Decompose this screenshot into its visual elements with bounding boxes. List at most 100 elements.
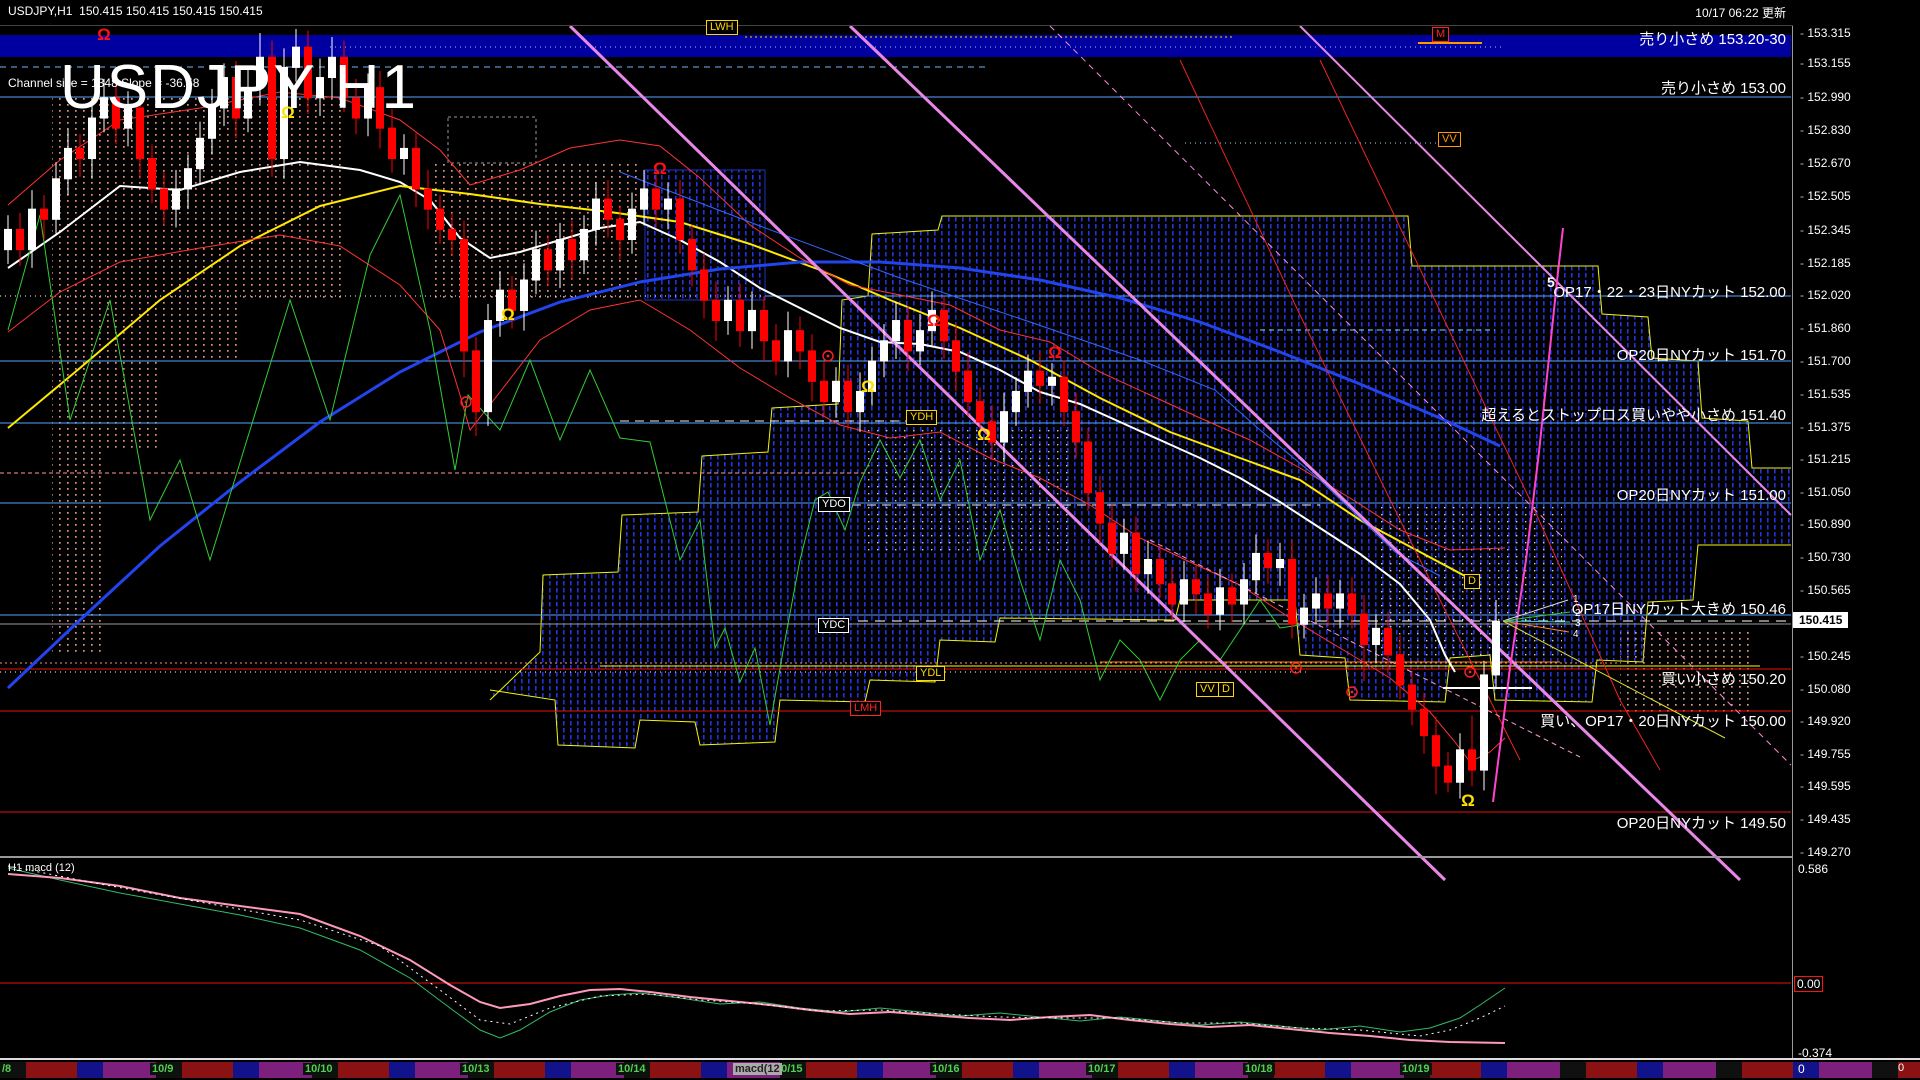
omega-signal-icon: Ω: [97, 25, 111, 44]
candle-body: [413, 148, 420, 189]
price-tick-label: 149.595: [1800, 779, 1851, 793]
candle-body: [653, 189, 660, 209]
price-tick-label: 152.020: [1800, 288, 1851, 302]
dashed-annotation-box: [448, 117, 536, 163]
candle-body: [785, 331, 792, 361]
candle-body: [1121, 533, 1128, 553]
price-tick-label: 150.565: [1800, 583, 1851, 597]
price-tick-label: 153.315: [1800, 26, 1851, 40]
candle-body: [1145, 559, 1152, 573]
candle-body: [485, 321, 492, 412]
candle-body: [173, 189, 180, 209]
macd-panel-divider[interactable]: [0, 856, 1793, 858]
candle-body: [1157, 559, 1164, 583]
date-axis-label: 10/18: [1243, 1063, 1275, 1075]
jp-annotation-label: OP17・22・23日NYカット 152.00: [1553, 281, 1786, 302]
candle-body: [425, 189, 432, 209]
candle-body: [701, 270, 708, 300]
candle-body: [1229, 588, 1236, 604]
candle-body: [1421, 709, 1428, 735]
macd-scale-label: 0.00: [1794, 976, 1823, 992]
omega-signal-icon: Ω: [927, 311, 941, 330]
candle-body: [593, 199, 600, 229]
chart-label-box: VV: [1438, 132, 1461, 147]
forecast-number-label: 3: [1575, 618, 1581, 629]
header-divider: [0, 25, 1793, 26]
candle-body: [1205, 594, 1212, 614]
jp-annotation-label: OP20日NYカット 149.50: [1617, 812, 1786, 833]
jp-annotation-label: 買い小さめ 150.20: [1661, 668, 1786, 689]
price-tick-label: 151.375: [1800, 420, 1851, 434]
jp-annotation-label: 売り小さめ 153.00: [1661, 77, 1786, 98]
candle-body: [1385, 628, 1392, 654]
candle-body: [893, 321, 900, 341]
candle-body: [953, 341, 960, 371]
price-tick-label: 152.505: [1800, 189, 1851, 203]
chart-label-box: YDC: [818, 618, 849, 633]
candle-body: [677, 199, 684, 240]
chart-label-box: YDL: [916, 666, 945, 681]
candle-body: [1361, 614, 1368, 644]
trading-chart-window: USDJPY,H1 150.415 150.415 150.415 150.41…: [0, 0, 1920, 1080]
macd-signal-pink: [8, 874, 1505, 1043]
jp-annotation-label: 買い、OP17・20日NYカット 150.00: [1540, 710, 1786, 731]
price-tick-label: 152.345: [1800, 223, 1851, 237]
chart-label-box: M: [1432, 27, 1449, 42]
candle-body: [941, 310, 948, 340]
candle-body: [713, 300, 720, 320]
candle-body: [1469, 750, 1476, 770]
price-tick-label: 151.700: [1800, 354, 1851, 368]
candle-body: [881, 341, 888, 361]
chart-label-box: LMH: [850, 701, 881, 716]
date-axis-label: /8: [0, 1063, 13, 1075]
candle-body: [917, 331, 924, 351]
candle-body: [1013, 391, 1020, 411]
candle-body: [689, 240, 696, 270]
omega-signal-icon: Ω: [501, 305, 515, 324]
candle-body: [1397, 655, 1404, 685]
omega-signal-icon: Ω: [1461, 791, 1475, 810]
candle-body: [473, 351, 480, 412]
chart-canvas[interactable]: ΩΩΩΩΩΩΩΩΩ51234: [0, 0, 1920, 1080]
candle-body: [1217, 588, 1224, 614]
date-axis-label: 10/10: [303, 1063, 335, 1075]
candle-body: [1169, 584, 1176, 604]
candle-body: [809, 351, 816, 381]
candle-body: [833, 381, 840, 401]
candle-body: [761, 310, 768, 340]
timeline-zero-label: 0: [1898, 1062, 1904, 1074]
candle-body: [617, 219, 624, 239]
candle-body: [5, 229, 12, 249]
omega-signal-icon: Ω: [1048, 343, 1062, 362]
candle-body: [389, 128, 396, 158]
candle-body: [1001, 412, 1008, 442]
price-tick-label: 149.435: [1800, 812, 1851, 826]
htf-cloud-fill: [52, 95, 345, 655]
candle-body: [1241, 580, 1248, 604]
candle-body: [1037, 371, 1044, 385]
circle-signal-dot: [1469, 671, 1472, 674]
jp-annotation-label: 売り小さめ 153.20-30: [1639, 28, 1786, 49]
candle-body: [569, 240, 576, 260]
candle-body: [1061, 377, 1068, 411]
candle-body: [461, 240, 468, 351]
price-tick-label: 149.920: [1800, 714, 1851, 728]
candle-body: [89, 118, 96, 159]
candle-body: [17, 229, 24, 249]
annotation-rects: [448, 117, 536, 163]
candle-body: [1277, 559, 1284, 567]
candle-body: [41, 209, 48, 219]
candle-body: [1253, 553, 1260, 579]
macd-overlap-badge: macd(12: [733, 1063, 782, 1075]
candle-body: [665, 199, 672, 209]
chart-label-box: VV: [1196, 682, 1219, 697]
price-tick-label: 152.185: [1800, 256, 1851, 270]
jp-annotation-label: OP17日NYカット大きめ 150.46: [1572, 598, 1786, 619]
forecast-number-label: 4: [1573, 629, 1579, 640]
candle-body: [749, 310, 756, 330]
price-scale-divider[interactable]: [1792, 25, 1793, 1058]
candle-body: [53, 179, 60, 220]
candle-body: [1481, 675, 1488, 770]
candle-body: [1445, 766, 1452, 782]
timeline-divider: [0, 1058, 1920, 1060]
